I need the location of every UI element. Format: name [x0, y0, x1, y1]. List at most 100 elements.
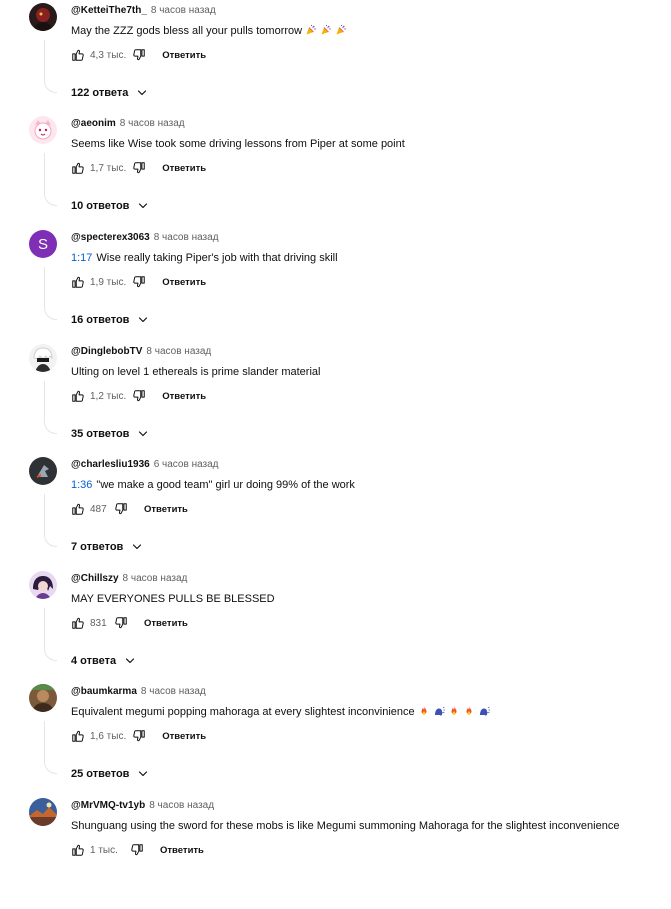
- comment-author[interactable]: @charlesliu1936: [71, 459, 150, 470]
- timestamp-link[interactable]: 1:36: [71, 479, 92, 491]
- avatar[interactable]: [29, 457, 57, 485]
- like-count: 831: [90, 617, 107, 629]
- show-replies-button[interactable]: 10 ответов: [71, 197, 149, 215]
- comment-author[interactable]: @KetteiThe7th_: [71, 5, 147, 16]
- thread-connector: [44, 381, 57, 434]
- comment-time[interactable]: 8 часов назад: [146, 346, 211, 357]
- fire-emoji: [463, 705, 475, 722]
- comment-actions: 1 тыс. Ответить: [71, 840, 204, 860]
- reply-button[interactable]: Ответить: [160, 845, 204, 856]
- comment-actions: 1,9 тыс. Ответить: [71, 272, 206, 292]
- comment-time[interactable]: 8 часов назад: [141, 686, 206, 697]
- timestamp-link[interactable]: 1:17: [71, 252, 92, 264]
- like-icon[interactable]: [71, 48, 85, 62]
- like-icon[interactable]: [71, 843, 85, 857]
- comment-actions: 1,2 тыс. Ответить: [71, 386, 206, 406]
- replies-count: 122 ответа: [71, 87, 129, 99]
- comment-actions: 1,6 тыс. Ответить: [71, 726, 206, 746]
- replies-count: 25 ответов: [71, 768, 130, 780]
- like-icon[interactable]: [71, 275, 85, 289]
- avatar-letter: S: [37, 235, 48, 253]
- like-count: 1,9 тыс.: [90, 276, 127, 288]
- party-popper-emoji: [335, 24, 347, 41]
- like-icon[interactable]: [71, 616, 85, 630]
- comment-text: MAY EVERYONES PULLS BE BLESSED: [71, 591, 275, 607]
- speaking-head-emoji: [478, 705, 490, 722]
- like-icon[interactable]: [71, 729, 85, 743]
- avatar[interactable]: [29, 116, 57, 144]
- like-icon[interactable]: [71, 389, 85, 403]
- reply-button[interactable]: Ответить: [162, 163, 206, 174]
- show-replies-button[interactable]: 7 ответов: [71, 538, 143, 556]
- like-count: 1,7 тыс.: [90, 162, 127, 174]
- fire-emoji: [418, 705, 430, 722]
- chevron-down-icon: [136, 87, 148, 99]
- dislike-icon[interactable]: [132, 389, 146, 403]
- comment-actions: 487 Ответить: [71, 499, 188, 519]
- comment-time[interactable]: 8 часов назад: [149, 800, 214, 811]
- party-popper-emoji: [320, 24, 332, 41]
- comment-thread: @Chillszy 8 часов назад MAY EVERYONES PULL…: [0, 568, 671, 682]
- chevron-down-icon: [124, 655, 136, 667]
- comment-header: @Chillszy 8 часов назад: [71, 572, 187, 586]
- comment-time[interactable]: 6 часов назад: [154, 459, 219, 470]
- chevron-down-icon: [137, 768, 149, 780]
- comment-author[interactable]: @aeonim: [71, 118, 116, 129]
- comment-actions: 4,3 тыс. Ответить: [71, 45, 206, 65]
- comment-author[interactable]: @baumkarma: [71, 686, 137, 697]
- comment-body: Seems like Wise took some driving lesson…: [71, 138, 405, 150]
- comment-time[interactable]: 8 часов назад: [120, 118, 185, 129]
- dislike-icon[interactable]: [132, 161, 146, 175]
- replies-count: 4 ответа: [71, 655, 117, 667]
- thread-connector: [44, 494, 57, 547]
- comment-time[interactable]: 8 часов назад: [123, 573, 188, 584]
- comment-author[interactable]: @specterex3063: [71, 232, 150, 243]
- show-replies-button[interactable]: 122 ответа: [71, 84, 148, 102]
- like-icon[interactable]: [71, 161, 85, 175]
- like-count: 1 тыс.: [90, 844, 118, 856]
- dislike-icon[interactable]: [132, 48, 146, 62]
- reply-button[interactable]: Ответить: [162, 277, 206, 288]
- comment-author[interactable]: @MrVMQ-tv1yb: [71, 800, 145, 811]
- dislike-icon[interactable]: [130, 843, 144, 857]
- show-replies-button[interactable]: 16 ответов: [71, 311, 149, 329]
- comment-actions: 831 Ответить: [71, 613, 188, 633]
- comment-body: MAY EVERYONES PULLS BE BLESSED: [71, 593, 275, 605]
- show-replies-button[interactable]: 25 ответов: [71, 765, 149, 783]
- thread-connector: [44, 267, 57, 320]
- reply-button[interactable]: Ответить: [144, 618, 188, 629]
- comment-text: Equivalent megumi popping mahoraga at ev…: [71, 704, 490, 722]
- avatar[interactable]: S: [29, 230, 57, 258]
- show-replies-button[interactable]: 4 ответа: [71, 652, 136, 670]
- replies-count: 35 ответов: [71, 428, 130, 440]
- comment-time[interactable]: 8 часов назад: [154, 232, 219, 243]
- comment-text: 1:36 "we make a good team" girl ur doing …: [71, 477, 355, 493]
- like-count: 1,2 тыс.: [90, 390, 127, 402]
- comment-author[interactable]: @Chillszy: [71, 573, 119, 584]
- reply-button[interactable]: Ответить: [162, 391, 206, 402]
- comment-header: @baumkarma 8 часов назад: [71, 685, 206, 699]
- avatar[interactable]: [29, 3, 57, 31]
- comment-thread: @charlesliu1936 6 часов назад 1:36 "we make…: [0, 454, 671, 568]
- dislike-icon[interactable]: [114, 502, 128, 516]
- comment-header: @aeonim 8 часов назад: [71, 117, 185, 131]
- chevron-down-icon: [137, 200, 149, 212]
- avatar[interactable]: [29, 798, 57, 826]
- dislike-icon[interactable]: [132, 275, 146, 289]
- reply-button[interactable]: Ответить: [162, 731, 206, 742]
- comment-thread: @DinglebobTV 8 часов назад Ulting on level…: [0, 341, 671, 455]
- avatar[interactable]: [29, 571, 57, 599]
- like-icon[interactable]: [71, 502, 85, 516]
- reply-button[interactable]: Ответить: [144, 504, 188, 515]
- comment-body: "we make a good team" girl ur doing 99% …: [96, 479, 355, 491]
- comment-body: Equivalent megumi popping mahoraga at ev…: [71, 706, 415, 718]
- comment-author[interactable]: @DinglebobTV: [71, 346, 142, 357]
- avatar[interactable]: [29, 684, 57, 712]
- comment-time[interactable]: 8 часов назад: [151, 5, 216, 16]
- show-replies-button[interactable]: 35 ответов: [71, 425, 149, 443]
- dislike-icon[interactable]: [132, 729, 146, 743]
- avatar[interactable]: [29, 344, 57, 372]
- dislike-icon[interactable]: [114, 616, 128, 630]
- reply-button[interactable]: Ответить: [162, 50, 206, 61]
- comment-thread: @MrVMQ-tv1yb 8 часов назад Shunguang using…: [0, 795, 671, 909]
